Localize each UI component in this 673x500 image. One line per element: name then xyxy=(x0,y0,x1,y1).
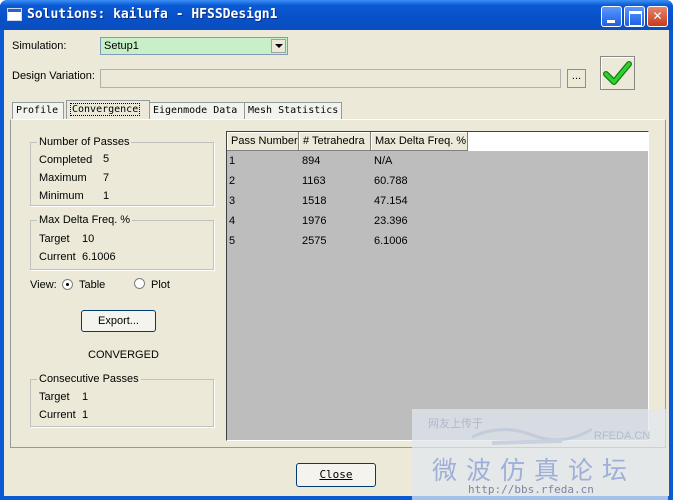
table-cell: 3 xyxy=(229,195,236,207)
table-header: Pass Number # Tetrahedra Max Delta Freq.… xyxy=(227,132,648,151)
view-plot-label: Plot xyxy=(151,279,170,291)
max-delta-target-value: 10 xyxy=(82,233,95,245)
consecutive-current-label: Current xyxy=(39,409,76,421)
convergence-status: CONVERGED xyxy=(88,349,159,361)
tab-convergence[interactable]: Convergence xyxy=(66,100,150,120)
watermark-forum-name: 微波仿真论坛 xyxy=(432,456,637,485)
table-cell: 2575 xyxy=(302,235,327,247)
table-cell: 1518 xyxy=(302,195,327,207)
tab-mesh-statistics[interactable]: Mesh Statistics xyxy=(244,102,342,119)
watermark-wave-icon xyxy=(472,427,592,445)
table-cell: 1163 xyxy=(302,175,326,187)
table-row[interactable]: 5 2575 6.1006 xyxy=(227,232,648,252)
title-bar[interactable]: Solutions: kailufa - HFSSDesign1 xyxy=(0,0,673,30)
apply-check-button[interactable] xyxy=(600,56,635,90)
table-cell: 1976 xyxy=(302,215,327,227)
tab-convergence-label: Convergence xyxy=(70,103,141,116)
consecutive-passes-title: Consecutive Passes xyxy=(37,373,141,385)
table-row[interactable]: 1 894 N/A xyxy=(227,152,648,172)
view-plot-radio[interactable] xyxy=(134,278,145,289)
max-delta-freq-group: Max Delta Freq. % Target 10 Current 6.10… xyxy=(30,214,214,270)
max-delta-current-label: Current xyxy=(39,251,76,263)
number-of-passes-title: Number of Passes xyxy=(37,136,132,148)
column-header-pass-number[interactable]: Pass Number xyxy=(227,132,299,151)
view-label: View: xyxy=(30,279,57,291)
view-table-label: Table xyxy=(79,279,106,291)
consecutive-target-value: 1 xyxy=(82,391,89,403)
simulation-select[interactable]: Setup1 xyxy=(100,37,288,55)
close-icon[interactable] xyxy=(647,6,668,27)
table-row[interactable]: 4 1976 23.396 xyxy=(227,212,648,232)
view-table-radio[interactable] xyxy=(62,279,73,290)
watermark-brand: RFEDA.CN xyxy=(594,430,651,442)
tab-profile-label: Profile xyxy=(16,105,59,116)
simulation-value: Setup1 xyxy=(104,40,139,52)
column-header-max-delta[interactable]: Max Delta Freq. % xyxy=(371,132,468,151)
tab-eigenmode-label: Eigenmode Data xyxy=(153,105,238,116)
consecutive-passes-group: Consecutive Passes Target 1 Current 1 xyxy=(30,373,214,427)
table-cell: 6.1006 xyxy=(374,235,408,247)
table-cell: 23.396 xyxy=(374,215,408,227)
watermark-url: http://bbs.rfeda.cn xyxy=(468,483,594,496)
close-button[interactable]: Close xyxy=(296,463,376,487)
solutions-window: Solutions: kailufa - HFSSDesign1 Simulat… xyxy=(0,0,673,500)
completed-value: 5 xyxy=(103,153,110,165)
table-row[interactable]: 2 1163 60.788 xyxy=(227,172,648,192)
table-cell: 60.788 xyxy=(374,175,408,187)
minimum-label: Minimum xyxy=(39,190,84,202)
number-of-passes-group: Number of Passes Completed 5 Maximum 7 M… xyxy=(30,136,214,206)
window-title: Solutions: kailufa - HFSSDesign1 xyxy=(27,7,278,22)
maximize-icon[interactable] xyxy=(624,6,645,27)
table-cell: 47.154 xyxy=(374,195,408,207)
table-row[interactable]: 3 1518 47.154 xyxy=(227,192,648,212)
design-variation-label: Design Variation: xyxy=(12,70,95,82)
minimize-icon[interactable] xyxy=(601,6,622,27)
export-button[interactable]: Export... xyxy=(81,310,156,332)
minimum-value: 1 xyxy=(103,190,110,202)
tab-mesh-statistics-label: Mesh Statistics xyxy=(248,105,339,116)
table-cell: 4 xyxy=(229,215,236,227)
dropdown-arrow-icon[interactable] xyxy=(271,39,286,53)
convergence-table[interactable]: Pass Number # Tetrahedra Max Delta Freq.… xyxy=(226,131,649,441)
maximum-label: Maximum xyxy=(39,172,87,184)
design-variation-browse-button[interactable]: ... xyxy=(567,69,586,88)
app-window-icon xyxy=(7,8,22,21)
max-delta-current-value: 6.1006 xyxy=(82,251,116,263)
site-watermark: 网友上传于 RFEDA.CN 微波仿真论坛 http://bbs.rfeda.c… xyxy=(412,409,668,500)
column-header-tetrahedra[interactable]: # Tetrahedra xyxy=(299,132,371,151)
max-delta-target-label: Target xyxy=(39,233,70,245)
table-cell: 5 xyxy=(229,235,236,247)
green-checkmark-icon xyxy=(603,61,632,85)
close-button-label: Close xyxy=(319,468,353,481)
maximum-value: 7 xyxy=(103,172,110,184)
table-cell: 2 xyxy=(229,175,236,187)
consecutive-target-label: Target xyxy=(39,391,70,403)
tab-profile[interactable]: Profile xyxy=(12,102,64,119)
tab-eigenmode-data[interactable]: Eigenmode Data xyxy=(149,102,245,119)
simulation-label: Simulation: xyxy=(12,40,67,52)
completed-label: Completed xyxy=(39,154,93,166)
design-variation-field[interactable] xyxy=(100,69,561,88)
table-cell: N/A xyxy=(374,155,393,167)
max-delta-freq-title: Max Delta Freq. % xyxy=(37,214,133,226)
table-cell: 894 xyxy=(302,155,321,167)
consecutive-current-value: 1 xyxy=(82,409,89,421)
table-cell: 1 xyxy=(229,155,236,167)
